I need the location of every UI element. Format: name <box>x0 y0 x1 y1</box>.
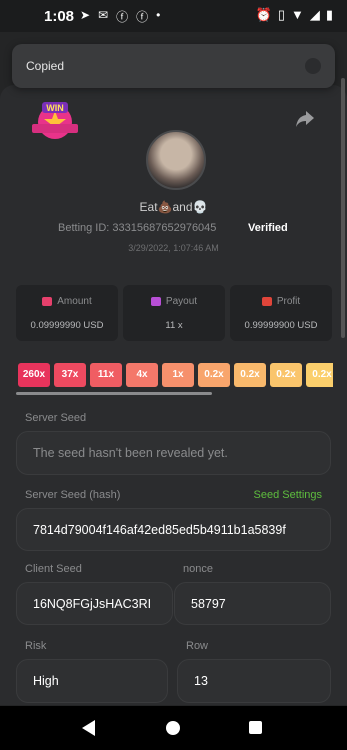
toast-dismiss-icon[interactable] <box>305 58 321 74</box>
bet-date: 3/29/2022, 1:07:46 AM <box>128 243 219 253</box>
multiplier-row[interactable]: 260x 37x 11x 4x 1x 0.2x 0.2x 0.2x 0.2x <box>18 363 333 387</box>
profit-value: 0.99999900 USD <box>244 320 318 331</box>
multiplier-slot: 4x <box>126 363 158 387</box>
home-icon[interactable] <box>166 721 180 735</box>
coins-icon <box>42 296 53 306</box>
toast-text: Copied <box>26 59 65 73</box>
battery-icon: ▮ <box>325 7 333 22</box>
multiplier-slot: 260x <box>18 363 50 387</box>
server-seed-hash-field[interactable]: 7814d79004f146af42ed85ed5b4911b1a5839f <box>16 508 331 551</box>
multiplier-slot: 11x <box>90 363 122 387</box>
system-icons: ⏰ ▯ ▼ ◢ ▮ <box>256 7 333 23</box>
facebook-icon: ⓕ <box>116 10 129 24</box>
verified-badge: Verified <box>248 222 288 234</box>
facebook-icon: ⓕ <box>136 10 149 24</box>
dot-icon: • <box>156 8 161 22</box>
recent-apps-icon[interactable] <box>249 721 262 734</box>
nonce-field[interactable]: 58797 <box>174 582 331 625</box>
username: Eat💩and💀 <box>139 200 208 214</box>
row-label: Row <box>186 640 209 652</box>
client-seed-field[interactable]: 16NQ8FGjJsHAC3RI <box>16 582 173 625</box>
notification-icons: ➤ ✉ ⓕ ⓕ • <box>80 8 160 25</box>
row-field[interactable]: 13 <box>177 659 331 703</box>
money-hand-icon <box>261 296 272 306</box>
payout-card: Payout 11 x <box>123 285 225 341</box>
wallet-icon <box>150 296 161 306</box>
horizontal-scrollbar[interactable] <box>16 392 212 395</box>
amount-label: Amount <box>57 296 92 307</box>
risk-label: Risk <box>25 640 47 652</box>
risk-field[interactable]: High <box>16 659 168 703</box>
profit-card: Profit 0.99999900 USD <box>230 285 332 341</box>
status-bar: 1:08 ➤ ✉ ⓕ ⓕ • ⏰ ▯ ▼ ◢ ▮ <box>0 0 347 32</box>
payout-label: Payout <box>165 296 198 307</box>
amount-value: 0.09999990 USD <box>30 320 104 331</box>
multiplier-slot: 37x <box>54 363 86 387</box>
share-icon[interactable] <box>295 110 315 128</box>
amount-card: Amount 0.09999990 USD <box>16 285 118 341</box>
system-navigation-bar <box>0 706 347 750</box>
mail-icon: ✉ <box>98 8 109 22</box>
vibrate-icon: ▯ <box>277 7 285 22</box>
signal-icon: ◢ <box>309 7 320 22</box>
wifi-icon: ▼ <box>290 7 304 22</box>
profit-label: Profit <box>276 296 301 307</box>
win-logo-icon: WIN <box>32 102 78 139</box>
multiplier-slot: 0.2x <box>198 363 230 387</box>
multiplier-slot: 1x <box>162 363 194 387</box>
svg-text:WIN: WIN <box>46 103 64 113</box>
server-seed-field[interactable]: The seed hasn't been revealed yet. <box>16 431 331 475</box>
back-icon[interactable] <box>82 720 95 736</box>
avatar[interactable] <box>146 130 206 190</box>
seed-settings-link[interactable]: Seed Settings <box>254 489 323 501</box>
server-seed-label: Server Seed <box>25 412 87 424</box>
copied-toast: Copied <box>12 44 335 88</box>
telegram-icon: ➤ <box>80 8 91 22</box>
alarm-icon: ⏰ <box>255 7 272 22</box>
betting-id[interactable]: Betting ID: 333156876529760​45 <box>58 222 216 234</box>
multiplier-slot: 0.2x <box>306 363 333 387</box>
payout-value: 11 x <box>165 320 183 331</box>
multiplier-slot: 0.2x <box>234 363 266 387</box>
client-seed-label: Client Seed <box>25 563 82 575</box>
clock: 1:08 <box>44 8 75 25</box>
server-seed-hash-label: Server Seed (hash) <box>25 489 121 501</box>
nonce-label: nonce <box>183 563 213 575</box>
multiplier-slot: 0.2x <box>270 363 302 387</box>
